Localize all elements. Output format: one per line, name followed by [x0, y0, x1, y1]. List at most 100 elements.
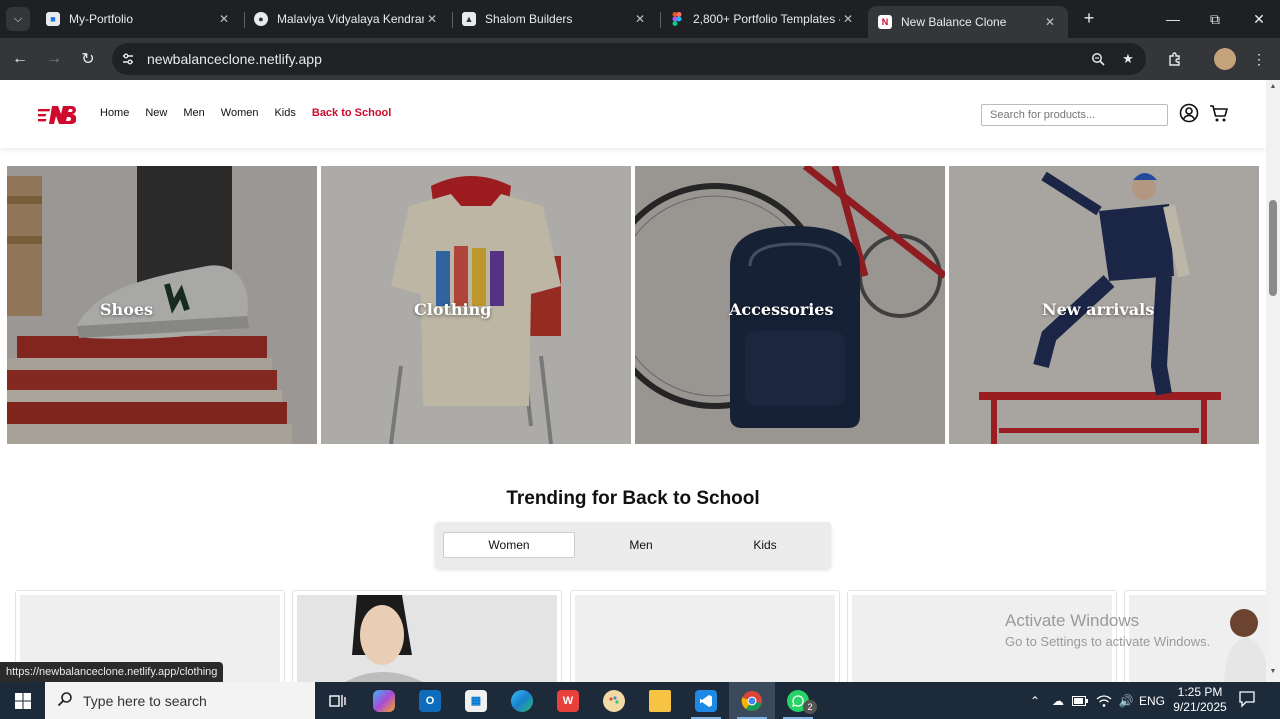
profile-avatar[interactable]: [1214, 48, 1236, 70]
windows-taskbar: Type here to search O ▦ W 2 ⌃ ☁ 🔊 ENG 1:…: [0, 682, 1280, 719]
windows-icon: [14, 692, 31, 709]
taskbar-outlook[interactable]: O: [407, 682, 453, 719]
notification-badge: 2: [803, 700, 817, 714]
scroll-down-arrow[interactable]: ▼: [1269, 668, 1277, 678]
minimize-button[interactable]: —: [1152, 0, 1194, 38]
category-tile-accessories[interactable]: Accessories: [635, 166, 945, 444]
taskbar-copilot[interactable]: [361, 682, 407, 719]
tab-search-button[interactable]: ⌵: [6, 7, 30, 31]
tab-shalom-builders[interactable]: ▲ Shalom Builders ✕: [452, 6, 658, 32]
taskbar-store[interactable]: ▦: [453, 682, 499, 719]
taskbar-paint[interactable]: [591, 682, 637, 719]
user-icon[interactable]: [1178, 102, 1200, 124]
taskbar-whatsapp[interactable]: 2: [775, 682, 821, 719]
task-view-button[interactable]: [315, 682, 361, 719]
tab-strip: ⌵ ■ My-Portfolio ✕ ● Malaviya Vidyalaya …: [0, 0, 1280, 38]
address-bar[interactable]: newbalanceclone.netlify.app ★: [112, 43, 1146, 75]
page-viewport: Home New Men Women Kids Back to School S…: [0, 80, 1266, 682]
category-grid: Shoes Clothing Accessories New arrivals: [7, 166, 1259, 444]
close-icon[interactable]: ✕: [632, 12, 648, 26]
product-search-input[interactable]: [981, 104, 1168, 126]
watermark-line-1: Activate Windows: [1005, 611, 1140, 630]
nav-women[interactable]: Women: [221, 107, 259, 119]
extensions-icon[interactable]: [1164, 48, 1186, 70]
main-nav: Home New Men Women Kids Back to School: [100, 107, 407, 119]
tab-title: Shalom Builders: [485, 12, 573, 26]
taskbar-file-explorer[interactable]: [637, 682, 683, 719]
category-label: Accessories: [729, 300, 834, 319]
tab-my-portfolio[interactable]: ■ My-Portfolio ✕: [36, 6, 242, 32]
browser-menu-icon[interactable]: ⋮: [1248, 48, 1270, 70]
page-scrollbar[interactable]: ▲ ▼: [1266, 80, 1280, 682]
taskbar-chrome[interactable]: [729, 682, 775, 719]
restore-button[interactable]: ⧉: [1194, 0, 1236, 38]
battery-icon[interactable]: [1070, 682, 1090, 719]
wifi-icon[interactable]: [1094, 682, 1114, 719]
shoes-image: [7, 166, 317, 444]
model-photo: [297, 595, 557, 682]
language-indicator[interactable]: ENG: [1138, 682, 1166, 719]
clock-time: 1:25 PM: [1177, 685, 1223, 699]
forward-button[interactable]: →: [42, 47, 66, 71]
trending-tab-women[interactable]: Women: [443, 532, 575, 558]
url-text[interactable]: newbalanceclone.netlify.app: [147, 51, 322, 67]
tab-malaviya[interactable]: ● Malaviya Vidyalaya Kendram ✕: [244, 6, 450, 32]
nav-kids[interactable]: Kids: [274, 107, 295, 119]
edge-icon: [511, 689, 533, 712]
copilot-icon: [373, 689, 395, 712]
tab-new-balance-clone[interactable]: N New Balance Clone ✕: [868, 6, 1068, 38]
nav-new[interactable]: New: [145, 107, 167, 119]
clock-date: 9/21/2025: [1173, 700, 1227, 714]
trending-tab-group: Women Men Kids: [435, 522, 831, 568]
nav-home[interactable]: Home: [100, 107, 129, 119]
taskbar-edge[interactable]: [499, 682, 545, 719]
category-tile-shoes[interactable]: Shoes: [7, 166, 317, 444]
back-button[interactable]: ←: [8, 47, 32, 71]
chrome-icon: [741, 690, 763, 712]
cart-icon[interactable]: [1208, 102, 1230, 124]
tab-title: New Balance Clone: [901, 15, 1007, 29]
nav-back-to-school[interactable]: Back to School: [312, 107, 391, 119]
start-button[interactable]: [0, 682, 45, 719]
trending-tab-men[interactable]: Men: [575, 532, 707, 558]
close-icon[interactable]: ✕: [840, 12, 856, 26]
nav-men[interactable]: Men: [183, 107, 204, 119]
product-image: [297, 595, 557, 682]
tab-portfolio-templates[interactable]: 2,800+ Portfolio Templates - ✕: [660, 6, 866, 32]
close-window-button[interactable]: ✕: [1238, 0, 1280, 38]
category-label: Shoes: [100, 300, 154, 319]
notification-center-icon[interactable]: [1238, 690, 1260, 710]
browser-toolbar: ← → ↻ newbalanceclone.netlify.app ★ ⋮: [0, 38, 1280, 80]
category-tile-new-arrivals[interactable]: New arrivals: [949, 166, 1259, 444]
show-hidden-icons[interactable]: ⌃: [1026, 682, 1044, 719]
category-label: Clothing: [414, 300, 492, 319]
zoom-icon[interactable]: [1088, 49, 1108, 69]
new-balance-logo[interactable]: [38, 104, 76, 126]
new-tab-button[interactable]: +: [1078, 8, 1100, 29]
trending-tab-kids[interactable]: Kids: [699, 532, 831, 558]
scroll-up-arrow[interactable]: ▲: [1269, 83, 1277, 93]
tab-title: My-Portfolio: [69, 12, 134, 26]
bookmark-star-icon[interactable]: ★: [1118, 49, 1138, 69]
close-icon[interactable]: ✕: [1042, 15, 1058, 29]
watermark-line-2: Go to Settings to activate Windows.: [1005, 634, 1211, 649]
close-icon[interactable]: ✕: [424, 12, 440, 26]
tab-title: 2,800+ Portfolio Templates -: [693, 12, 840, 26]
system-clock[interactable]: 1:25 PM 9/21/2025: [1168, 685, 1232, 715]
taskbar-search-box[interactable]: Type here to search: [45, 682, 315, 719]
volume-icon[interactable]: 🔊: [1116, 682, 1136, 719]
onedrive-icon[interactable]: ☁: [1048, 682, 1068, 719]
search-icon: [57, 691, 75, 710]
reload-button[interactable]: ↻: [76, 47, 100, 71]
new-balance-icon: N: [878, 15, 892, 29]
site-settings-icon[interactable]: [120, 51, 136, 67]
product-image-placeholder: [575, 595, 835, 682]
category-tile-clothing[interactable]: Clothing: [321, 166, 631, 444]
close-icon[interactable]: ✕: [216, 12, 232, 26]
product-card[interactable]: [292, 590, 562, 682]
taskbar-vscode[interactable]: [683, 682, 729, 719]
product-card[interactable]: [570, 590, 840, 682]
taskbar-wps[interactable]: W: [545, 682, 591, 719]
scrollbar-thumb[interactable]: [1269, 200, 1277, 296]
site-header: Home New Men Women Kids Back to School: [0, 80, 1266, 148]
